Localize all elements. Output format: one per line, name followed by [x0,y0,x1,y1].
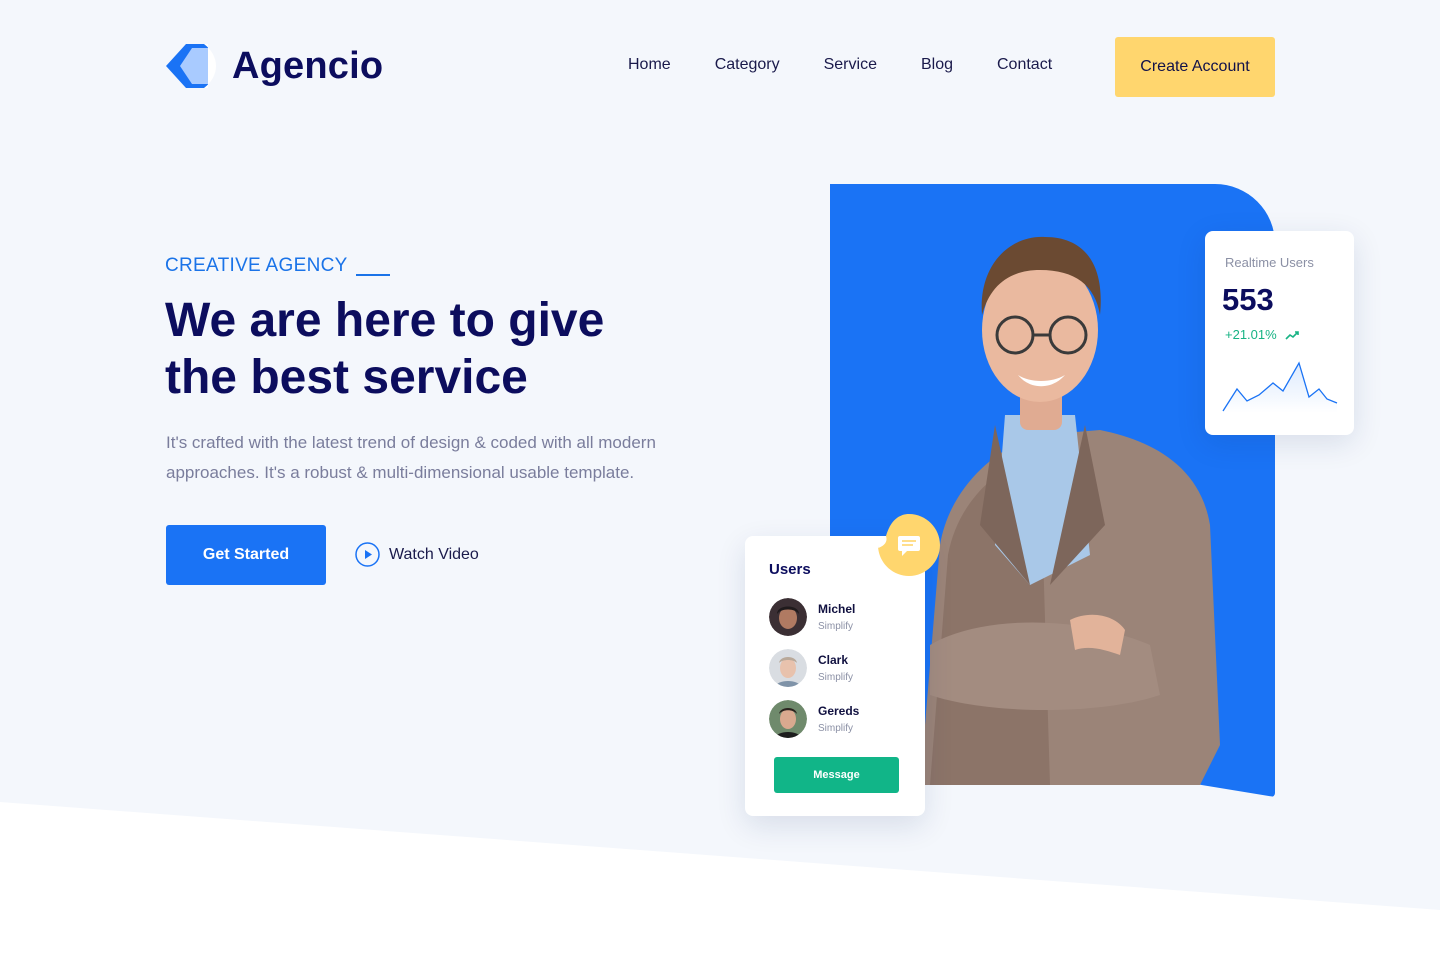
create-account-button[interactable]: Create Account [1115,37,1275,97]
headline-line-1: We are here to give [165,294,605,347]
realtime-change-value: +21.01% [1225,327,1277,342]
user-name: Gereds [818,704,860,718]
realtime-sparkline [1222,361,1338,413]
play-icon [355,542,380,567]
avatar [769,598,807,636]
avatar [769,649,807,687]
users-title: Users [769,561,811,578]
logo-icon [166,44,216,88]
realtime-value: 553 [1222,282,1274,317]
watch-video-link[interactable]: Watch Video [355,542,479,567]
users-card: Users Michel Simplify Clark Simplify Ger… [745,536,925,816]
realtime-users-card: Realtime Users 553 +21.01% [1205,231,1354,435]
hero-description: It's crafted with the latest trend of de… [166,433,656,482]
eyebrow-underline [355,274,390,276]
user-subtitle: Simplify [818,672,854,683]
user-item-clark[interactable]: Clark Simplify [769,649,853,687]
main-nav: Home Category Service Blog Contact [606,56,1074,74]
headline-line-2: the best service [165,351,528,404]
chat-bubble-icon[interactable] [876,512,942,578]
brand-name: Agencio [232,44,384,87]
trend-up-icon [1285,330,1299,340]
brand-logo[interactable]: Agencio [164,42,383,90]
person-illustration [920,236,1220,785]
user-name: Michel [818,602,856,616]
hero-headline: We are here to give the best service [165,292,725,406]
watch-video-label: Watch Video [389,545,479,563]
user-item-gereds[interactable]: Gereds Simplify [769,700,859,738]
message-button[interactable]: Message [774,757,899,793]
realtime-title: Realtime Users [1225,255,1314,270]
nav-home[interactable]: Home [628,56,671,74]
nav-category[interactable]: Category [715,56,780,74]
nav-contact[interactable]: Contact [997,56,1052,74]
get-started-button[interactable]: Get Started [166,525,326,585]
realtime-change: +21.01% [1225,327,1299,342]
user-name: Clark [818,653,849,667]
nav-blog[interactable]: Blog [921,56,953,74]
nav-service[interactable]: Service [824,56,877,74]
eyebrow-text: CREATIVE AGENCY [165,255,348,276]
hero-eyebrow: CREATIVE AGENCY [165,255,390,277]
user-item-michel[interactable]: Michel Simplify [769,598,855,636]
avatar [769,700,807,738]
user-subtitle: Simplify [818,723,854,734]
user-subtitle: Simplify [818,621,854,632]
